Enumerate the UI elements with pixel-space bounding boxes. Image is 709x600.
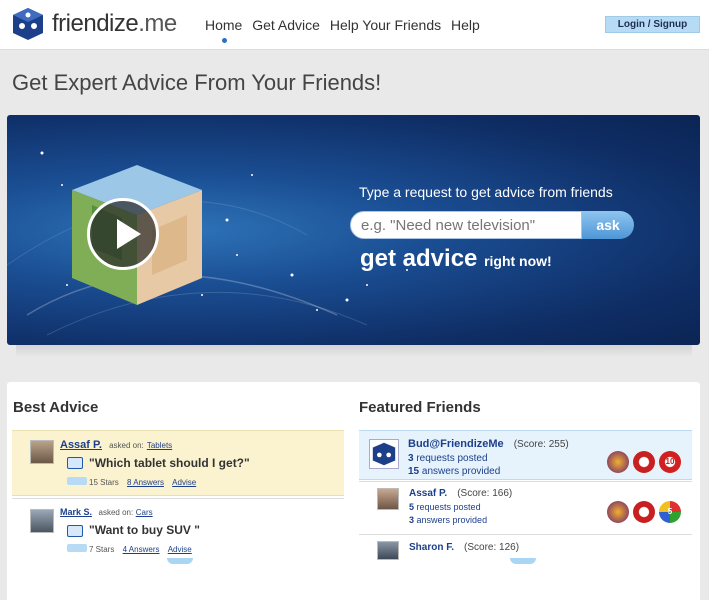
friend-name-text[interactable]: Assaf P. <box>409 488 447 499</box>
requests-posted: 3 requests posted <box>408 453 488 464</box>
stars-icon <box>67 477 87 485</box>
hero-banner: Type a request to get advice from friend… <box>7 115 700 345</box>
nav-help[interactable]: Help <box>451 17 480 33</box>
question-icon <box>67 457 83 469</box>
best-advice-title: Best Advice <box>13 399 99 416</box>
advice-category-link[interactable]: Tablets <box>147 441 172 450</box>
stars-icon <box>67 544 87 552</box>
friend-item[interactable]: Assaf P. (Score: 166) 5 requests posted 3… <box>359 481 692 533</box>
hero-prompt-text: Type a request to get advice from friend… <box>359 184 613 200</box>
friend-name[interactable]: Sharon F. (Score: 126) <box>409 542 519 553</box>
advice-user-link[interactable]: Mark S. <box>60 507 92 517</box>
friendize-logo-icon[interactable] <box>10 6 46 42</box>
featured-friends-title: Featured Friends <box>359 399 481 416</box>
friend-item[interactable]: Sharon F. (Score: 126) <box>359 534 692 560</box>
logo-text[interactable]: friendize.me <box>52 10 177 38</box>
advice-question[interactable]: "Want to buy SUV " <box>89 523 200 537</box>
requests-label: requests posted <box>416 453 488 464</box>
answers-provided: 3 answers provided <box>409 515 487 525</box>
requests-count: 3 <box>408 453 414 464</box>
advice-item[interactable]: Assaf P. asked on: Tablets "Which tablet… <box>12 430 344 496</box>
cta-big-text: get advice <box>360 245 478 272</box>
answers-count: 15 <box>408 466 420 477</box>
requests-count: 5 <box>409 502 415 512</box>
friend-score: (Score: 126) <box>464 542 520 553</box>
advice-meta: 15 Stars 8 Answers Advise <box>67 477 196 487</box>
header-bar: friendize.me Home Get Advice Help Your F… <box>0 0 709 50</box>
star-badge-icon <box>607 501 629 523</box>
friend-name[interactable]: Assaf P. (Score: 166) <box>409 488 512 499</box>
friend-score: (Score: 255) <box>513 439 569 450</box>
asked-on-label: asked on: <box>109 441 144 450</box>
answers-label: answers provided <box>416 515 488 525</box>
content-panels: Best Advice Featured Friends Assaf P. as… <box>7 382 700 600</box>
main-nav: Home Get Advice Help Your Friends Help <box>205 17 486 33</box>
advice-scroll-down-icon[interactable] <box>167 558 193 564</box>
answers-label: answers provided <box>421 466 501 477</box>
requests-posted: 5 requests posted <box>409 502 481 512</box>
friend-item[interactable]: Bud@FriendizeMe (Score: 255) 3 requests p… <box>359 430 692 480</box>
answers-provided: 15 answers provided <box>408 466 500 477</box>
nav-help-your-friends[interactable]: Help Your Friends <box>330 17 441 33</box>
stars-count: 15 Stars <box>89 478 119 487</box>
award-badge-icon <box>633 501 655 523</box>
advice-request-input[interactable] <box>350 211 582 239</box>
answers-count: 3 <box>409 515 415 525</box>
avatar[interactable] <box>377 488 399 510</box>
advice-category-link[interactable]: Cars <box>136 508 153 517</box>
avatar[interactable] <box>377 541 399 560</box>
nav-home[interactable]: Home <box>205 17 242 33</box>
get-advice-cta: get advice right now! <box>360 245 552 273</box>
advice-header: Assaf P. asked on: Tablets <box>60 439 172 451</box>
answers-badge-icon: 10 <box>659 451 681 473</box>
friends-scroll-down-icon[interactable] <box>510 558 536 564</box>
page-title: Get Expert Advice From Your Friends! <box>12 70 382 95</box>
answers-link[interactable]: 4 Answers <box>123 545 160 554</box>
advise-link[interactable]: Advise <box>172 478 196 487</box>
answers-badge-icon: 5 <box>659 501 681 523</box>
logo-main-text: friendize <box>52 10 139 37</box>
advice-item[interactable]: Mark S. asked on: Cars "Want to buy SUV … <box>12 498 344 558</box>
cta-small-text: right now! <box>484 253 552 269</box>
friend-score: (Score: 166) <box>457 488 513 499</box>
car-icon <box>67 525 83 537</box>
advice-header: Mark S. asked on: Cars <box>60 507 153 517</box>
friend-name[interactable]: Bud@FriendizeMe (Score: 255) <box>408 438 569 450</box>
nav-get-advice[interactable]: Get Advice <box>252 17 320 33</box>
award-badge-icon <box>633 451 655 473</box>
stars-count: 7 Stars <box>89 545 115 554</box>
requests-label: requests posted <box>416 502 481 512</box>
advice-user-link[interactable]: Assaf P. <box>60 439 102 451</box>
avatar[interactable] <box>30 509 54 533</box>
star-badge-icon <box>607 451 629 473</box>
ask-button[interactable]: ask <box>582 211 634 239</box>
logo-tld-text: .me <box>138 10 177 37</box>
advise-link[interactable]: Advise <box>168 545 192 554</box>
asked-on-label: asked on: <box>98 508 134 517</box>
friend-name-text[interactable]: Bud@FriendizeMe <box>408 438 504 450</box>
advice-question[interactable]: "Which tablet should I get?" <box>89 456 250 470</box>
play-video-button[interactable] <box>87 198 159 270</box>
advice-meta: 7 Stars 4 Answers Advise <box>67 544 192 554</box>
answers-link[interactable]: 8 Answers <box>127 478 164 487</box>
hero-shadow <box>16 343 692 357</box>
friend-name-text[interactable]: Sharon F. <box>409 542 454 553</box>
friendize-logo-icon[interactable] <box>369 439 399 469</box>
avatar[interactable] <box>30 440 54 464</box>
login-signup-button[interactable]: Login / Signup <box>605 16 700 33</box>
